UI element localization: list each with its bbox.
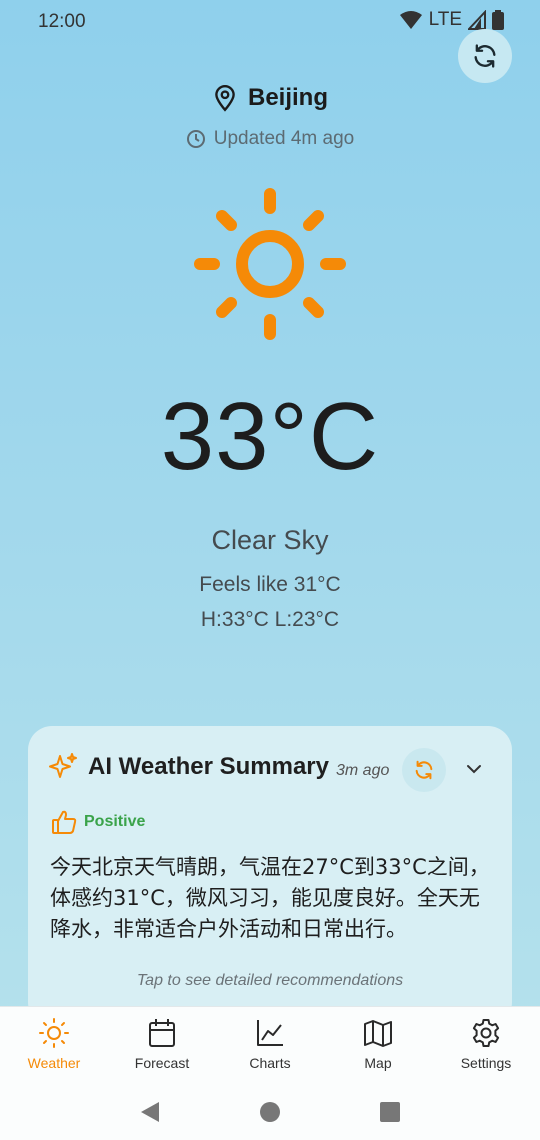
expand-button[interactable] <box>464 759 484 779</box>
high-low: H:33°C L:23°C <box>200 608 340 631</box>
recents-icon[interactable] <box>379 1101 401 1123</box>
wifi-icon <box>399 11 422 29</box>
nav-label: Map <box>364 1055 392 1071</box>
chevron-down-icon <box>467 765 481 774</box>
ai-summary-text: 今天北京天气晴朗，气温在27°C到33°C之间，体感约31°C，微风习习，能见度… <box>50 855 490 941</box>
sentiment-badge: Positive <box>50 808 145 836</box>
sun-icon <box>39 1018 69 1048</box>
recommendations-hint[interactable]: Tap to see detailed recommendations <box>28 972 512 990</box>
sentiment-label: Positive <box>84 813 146 830</box>
nav-label: Weather <box>27 1055 81 1071</box>
system-nav <box>0 1084 540 1140</box>
location-name: Beijing <box>247 84 328 111</box>
thumbs-up-icon <box>52 810 77 834</box>
battery-icon <box>492 10 504 30</box>
calendar-icon <box>149 1019 175 1047</box>
status-icons: LTE <box>399 9 504 31</box>
gear-icon <box>472 1019 500 1047</box>
nav-label: Settings <box>460 1055 512 1071</box>
updated-time: Updated 4m ago <box>213 128 355 149</box>
refresh-icon <box>474 44 496 68</box>
ai-summary-title: AI Weather Summary <box>88 753 329 780</box>
chart-icon <box>257 1020 283 1046</box>
ai-summary-header: AI Weather Summary <box>48 752 329 782</box>
nav-label: Forecast <box>134 1055 190 1071</box>
ai-summary-card[interactable]: AI Weather Summary 3m ago Positive 今天北京天… <box>28 726 512 1026</box>
ai-refresh-button[interactable] <box>402 748 446 792</box>
ai-summary-time: 3m ago <box>336 762 390 779</box>
status-time: 12:00 <box>38 11 86 32</box>
bottom-nav: Weather Forecast Charts Map Settings <box>0 1006 540 1085</box>
sun-icon <box>194 188 346 340</box>
nav-item-charts[interactable]: Charts <box>216 1007 324 1085</box>
current-temperature: 33°C <box>160 383 380 490</box>
feels-like: Feels like 31°C <box>199 573 341 596</box>
home-icon[interactable] <box>259 1101 281 1123</box>
network-label: LTE <box>428 9 462 30</box>
location-pin-icon <box>215 84 235 112</box>
location-row[interactable]: Beijing <box>0 84 540 112</box>
clock-icon <box>186 130 205 148</box>
map-icon <box>364 1020 392 1047</box>
nav-item-settings[interactable]: Settings <box>432 1007 540 1085</box>
nav-item-map[interactable]: Map <box>324 1007 432 1085</box>
updated-row: Updated 4m ago <box>0 128 540 150</box>
status-bar: 12:00 LTE <box>0 0 540 44</box>
weather-condition: Clear Sky <box>211 525 329 555</box>
nav-label: Charts <box>249 1055 291 1071</box>
refresh-icon <box>415 760 433 780</box>
sparkle-icon <box>49 753 77 778</box>
refresh-button[interactable] <box>458 29 512 83</box>
back-icon[interactable] <box>139 1100 161 1124</box>
signal-icon <box>468 10 486 30</box>
nav-item-forecast[interactable]: Forecast <box>108 1007 216 1085</box>
nav-item-weather[interactable]: Weather <box>0 1007 108 1085</box>
